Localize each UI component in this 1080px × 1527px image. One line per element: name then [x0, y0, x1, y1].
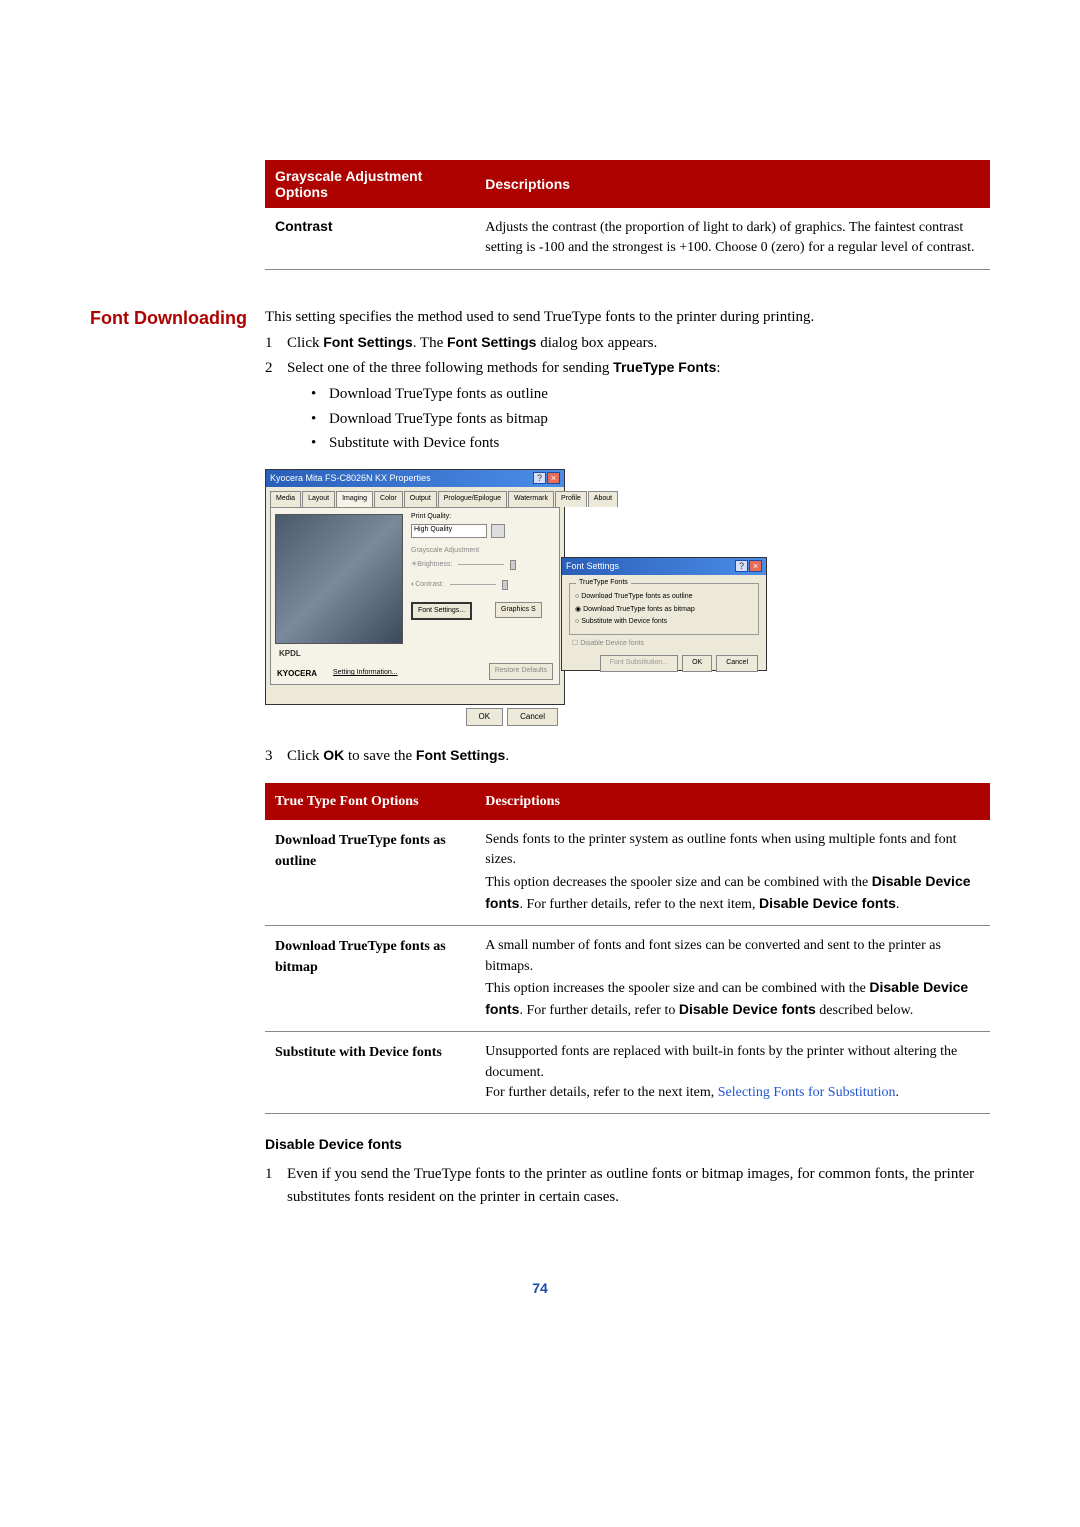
preview-image	[275, 514, 403, 644]
option-desc: A small number of fonts and font sizes c…	[475, 926, 990, 1032]
bullet-icon: •	[311, 383, 329, 406]
table-header: Grayscale Adjustment Options	[265, 160, 475, 208]
step-num: 2	[265, 357, 287, 380]
cancel-button[interactable]: Cancel	[716, 655, 758, 672]
help-icon[interactable]: ?	[735, 560, 748, 572]
fieldset-title: TrueType Fonts	[576, 578, 631, 589]
bullet-text: Substitute with Device fonts	[329, 432, 499, 455]
tab-prologue[interactable]: Prologue/Epilogue	[438, 491, 507, 507]
tab-color[interactable]: Color	[374, 491, 403, 507]
brightness-slider[interactable]: ☀Brightness:	[411, 560, 516, 571]
grayscale-table: Grayscale Adjustment Options Description…	[265, 160, 990, 270]
truetype-fieldset: TrueType Fonts ○ Download TrueType fonts…	[569, 583, 759, 635]
step-num: 1	[265, 332, 287, 355]
window-title: Font Settings	[566, 560, 619, 574]
step-num: 3	[265, 745, 287, 768]
table-header: Descriptions	[475, 783, 990, 820]
page-number: 74	[90, 1280, 990, 1296]
step-text: Select one of the three following method…	[287, 357, 990, 380]
close-icon[interactable]: ×	[547, 472, 560, 484]
table-header: True Type Font Options	[265, 783, 475, 820]
grayscale-label: Grayscale Adjustment	[411, 546, 479, 557]
font-settings-button[interactable]: Font Settings...	[411, 602, 472, 621]
bullet-text: Download TrueType fonts as bitmap	[329, 408, 548, 431]
intro-text: This setting specifies the method used t…	[265, 306, 990, 329]
tab-profile[interactable]: Profile	[555, 491, 587, 507]
kpdl-label: KPDL	[279, 648, 301, 660]
link-selecting-fonts[interactable]: Selecting Fonts for Substitution	[718, 1085, 896, 1100]
option-label: Substitute with Device fonts	[265, 1032, 475, 1114]
bullet-icon: •	[311, 408, 329, 431]
option-desc: Unsupported fonts are replaced with buil…	[475, 1032, 990, 1114]
radio-substitute[interactable]: ○ Substitute with Device fonts	[575, 617, 753, 628]
option-label: Download TrueType fonts as outline	[265, 820, 475, 926]
tab-layout[interactable]: Layout	[302, 491, 335, 507]
font-substitution-button: Font Substitution...	[600, 655, 678, 672]
font-settings-window: Font Settings ? × TrueType Fonts ○ Downl…	[561, 557, 767, 671]
bullet-text: Download TrueType fonts as outline	[329, 383, 548, 406]
radio-outline[interactable]: ○ Download TrueType fonts as outline	[575, 592, 753, 603]
titlebar: Kyocera Mita FS-C8026N KX Properties ? ×	[266, 470, 564, 488]
radio-bitmap[interactable]: ◉ Download TrueType fonts as bitmap	[575, 605, 753, 616]
restore-defaults-button[interactable]: Restore Defaults	[489, 663, 553, 680]
window-title: Kyocera Mita FS-C8026N KX Properties	[270, 472, 431, 486]
tab-watermark[interactable]: Watermark	[508, 491, 554, 507]
screenshot-figure: Kyocera Mita FS-C8026N KX Properties ? ×…	[265, 469, 769, 727]
print-quality-button[interactable]	[491, 524, 505, 538]
graphics-button[interactable]: Graphics S	[495, 602, 542, 619]
option-desc: Adjusts the contrast (the proportion of …	[475, 208, 990, 269]
properties-window: Kyocera Mita FS-C8026N KX Properties ? ×…	[265, 469, 565, 705]
step-text: Click OK to save the Font Settings.	[287, 745, 990, 768]
tab-media[interactable]: Media	[270, 491, 301, 507]
contrast-slider[interactable]: ◐Contrast:	[411, 580, 508, 591]
help-icon[interactable]: ?	[533, 472, 546, 484]
table-header: Descriptions	[475, 160, 990, 208]
truetype-table: True Type Font Options Descriptions Down…	[265, 783, 990, 1114]
step-text: Even if you send the TrueType fonts to t…	[287, 1163, 990, 1208]
print-quality-label: Print Quality:	[411, 512, 451, 523]
option-desc: Sends fonts to the printer system as out…	[475, 820, 990, 926]
ok-button[interactable]: OK	[466, 708, 504, 726]
print-quality-select[interactable]: High Quality	[411, 524, 487, 538]
titlebar: Font Settings ? ×	[562, 558, 766, 576]
tab-about[interactable]: About	[588, 491, 618, 507]
option-label: Download TrueType fonts as bitmap	[265, 926, 475, 1032]
disable-device-checkbox[interactable]: ☐ Disable Device fonts	[572, 639, 756, 650]
ok-button[interactable]: OK	[682, 655, 712, 672]
tab-imaging[interactable]: Imaging	[336, 491, 373, 507]
section-heading: Font Downloading	[90, 306, 265, 1211]
subsection-heading: Disable Device fonts	[265, 1134, 990, 1155]
bullet-icon: •	[311, 432, 329, 455]
setting-info-link[interactable]: Setting Information...	[333, 668, 398, 679]
cancel-button[interactable]: Cancel	[507, 708, 558, 726]
step-num: 1	[265, 1163, 287, 1208]
close-icon[interactable]: ×	[749, 560, 762, 572]
option-label: Contrast	[265, 208, 475, 269]
kyocera-logo: KYOCERA	[277, 668, 317, 680]
step-text: Click Font Settings. The Font Settings d…	[287, 332, 990, 355]
tab-output[interactable]: Output	[404, 491, 437, 507]
